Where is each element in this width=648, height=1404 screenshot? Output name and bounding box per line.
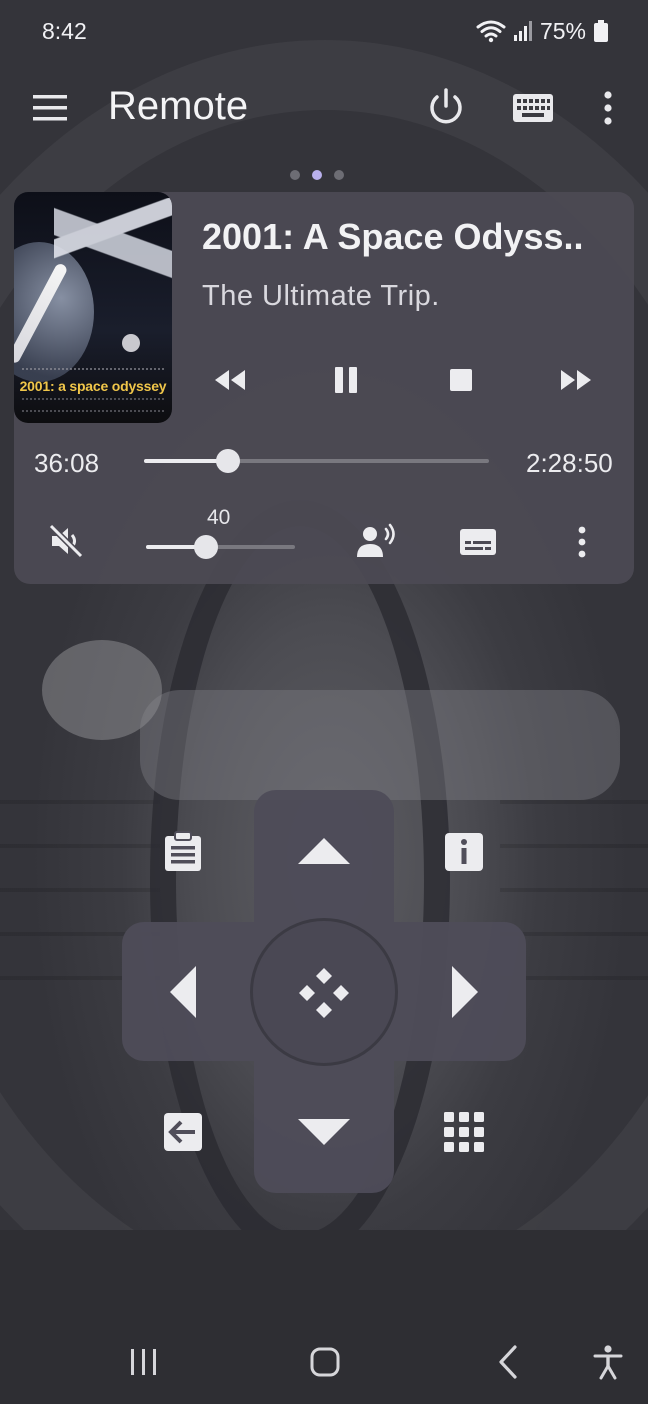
rewind-icon[interactable]	[212, 362, 248, 398]
numpad-icon[interactable]	[443, 1111, 485, 1153]
page-dot[interactable]	[334, 170, 344, 180]
movie-title: 2001: A Space Odyss..	[202, 216, 584, 257]
power-icon[interactable]	[424, 86, 468, 130]
poster-credits	[22, 368, 164, 372]
wifi-icon	[476, 20, 506, 43]
now-playing-card: 2001: a space odyssey 2001: A Space Odys…	[14, 192, 634, 584]
down-icon[interactable]	[296, 1117, 352, 1147]
menu-icon[interactable]	[30, 90, 70, 126]
pause-icon[interactable]	[332, 362, 360, 398]
select-icon[interactable]	[294, 963, 354, 1023]
page-indicator	[290, 170, 344, 180]
background-figure	[140, 690, 620, 800]
movie-tagline: The Ultimate Trip.	[202, 280, 440, 312]
stop-icon[interactable]	[448, 362, 474, 398]
info-icon[interactable]	[443, 831, 485, 873]
poster-title: 2001: a space odyssey	[19, 378, 167, 394]
elapsed-time: 36:08	[34, 448, 100, 478]
app-bar: Remote	[0, 72, 648, 144]
more-vert-icon[interactable]	[596, 88, 620, 128]
volume-value-label: 40	[207, 506, 231, 529]
accessibility-icon[interactable]	[592, 1344, 624, 1380]
fast-forward-icon[interactable]	[558, 362, 594, 398]
home-icon[interactable]	[309, 1346, 341, 1378]
seek-bar-thumb[interactable]	[215, 449, 240, 473]
page-title: Remote	[108, 84, 249, 128]
left-icon[interactable]	[168, 964, 198, 1020]
status-bar: 8:42 75%	[0, 0, 648, 62]
back-icon[interactable]	[496, 1344, 520, 1380]
page-dot[interactable]	[290, 170, 300, 180]
background-figure-head	[42, 640, 162, 740]
movie-poster[interactable]: 2001: a space odyssey	[14, 192, 172, 423]
recents-icon[interactable]	[128, 1346, 160, 1378]
speaker-output-icon[interactable]	[356, 523, 398, 559]
battery-percent: 75%	[539, 17, 586, 44]
signal-icon	[513, 21, 532, 41]
clipboard-icon[interactable]	[162, 831, 204, 873]
total-duration: 2:28:50	[526, 448, 613, 478]
volume-slider-thumb[interactable]	[193, 535, 218, 559]
poster-credits	[22, 398, 164, 412]
poster-station	[54, 198, 172, 290]
volume-slider[interactable]	[146, 535, 295, 559]
status-icons: 75%	[476, 18, 608, 45]
page-dot-active[interactable]	[312, 170, 322, 180]
keyboard-icon[interactable]	[512, 92, 554, 124]
more-vert-icon[interactable]	[570, 524, 594, 560]
status-time: 8:42	[42, 17, 87, 44]
seek-bar[interactable]	[144, 449, 489, 473]
volume-off-icon[interactable]	[48, 523, 84, 559]
back-arrow-icon[interactable]	[162, 1111, 204, 1153]
subtitles-icon[interactable]	[458, 526, 498, 558]
poster-moon	[122, 334, 140, 352]
right-icon[interactable]	[450, 964, 480, 1020]
battery-icon	[594, 20, 608, 42]
up-icon[interactable]	[296, 836, 352, 866]
